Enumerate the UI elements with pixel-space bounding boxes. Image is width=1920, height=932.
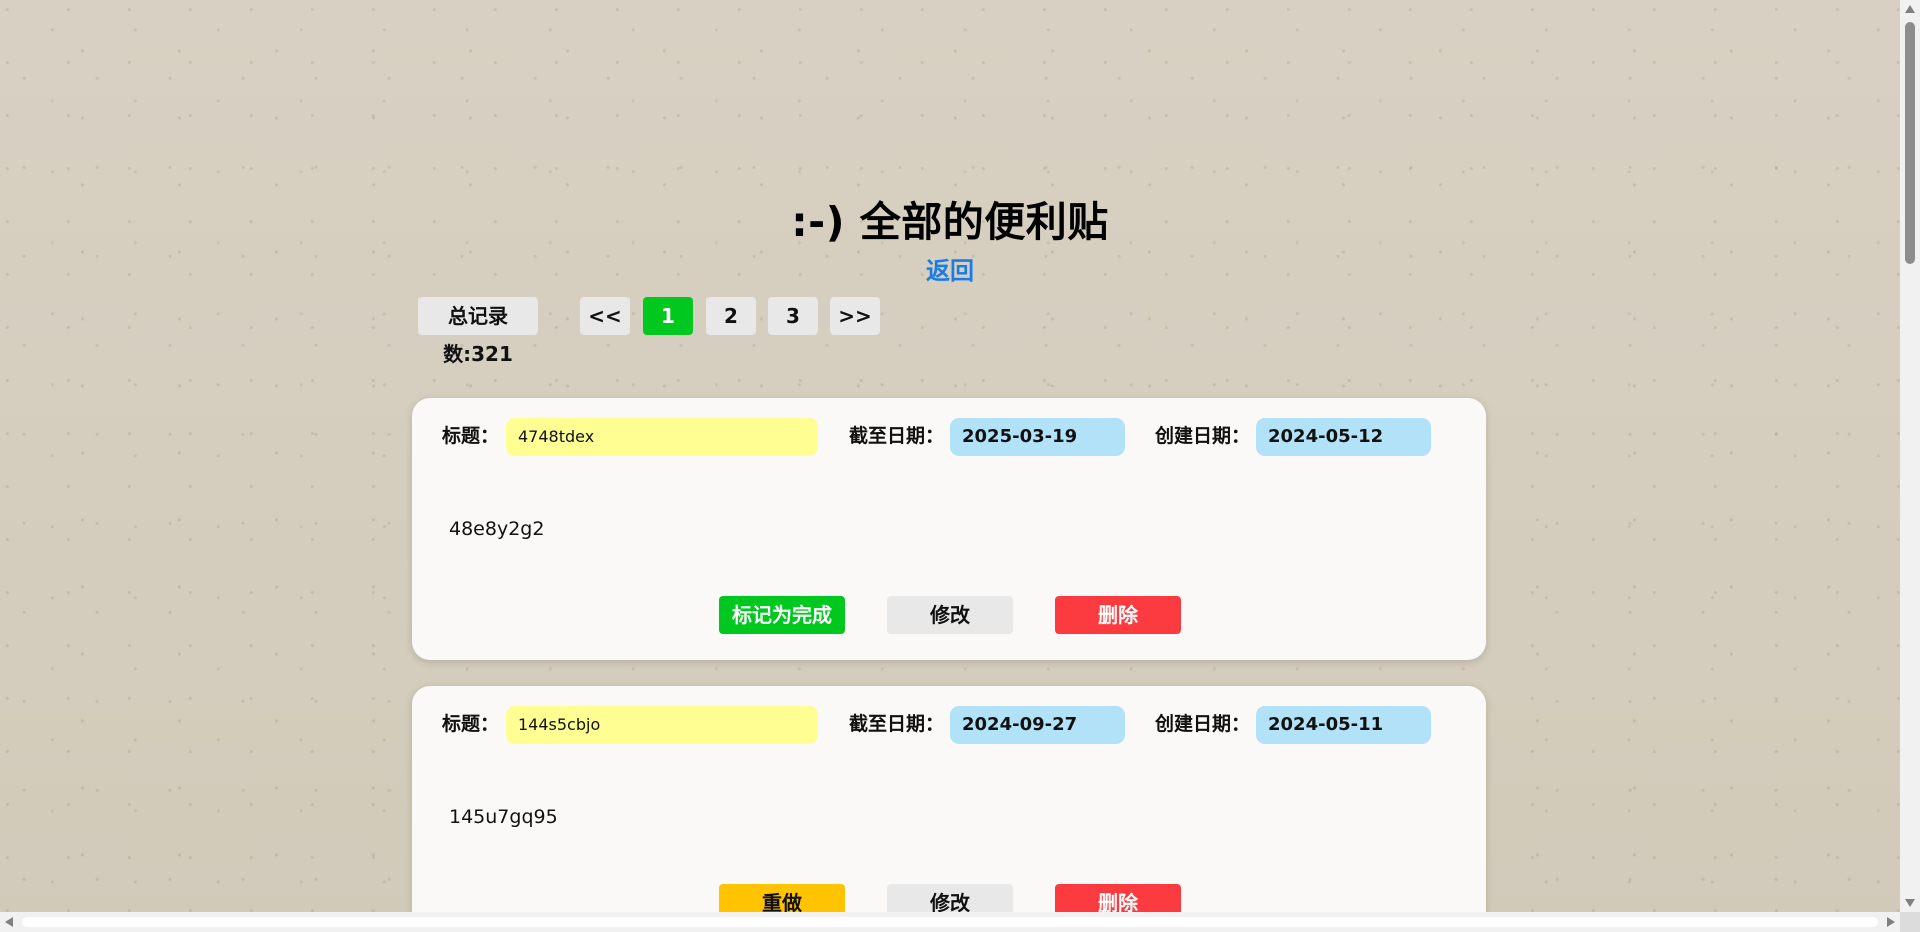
- vertical-scrollbar[interactable]: [1900, 0, 1920, 912]
- page-button-2[interactable]: 2: [706, 297, 756, 335]
- scroll-down-icon[interactable]: [1905, 899, 1915, 907]
- due-date-field[interactable]: 2025-03-19: [950, 418, 1125, 456]
- total-records-badge: 总记录数:321: [418, 297, 538, 366]
- title-field[interactable]: 4748tdex: [506, 418, 818, 456]
- back-link[interactable]: 返回: [0, 251, 1900, 286]
- prev-page-button[interactable]: <<: [580, 297, 630, 335]
- delete-button[interactable]: 删除: [1055, 884, 1181, 912]
- delete-button[interactable]: 删除: [1055, 596, 1181, 634]
- created-date-field: 2024-05-12: [1256, 418, 1431, 456]
- scroll-left-icon[interactable]: [5, 917, 13, 927]
- page-button-1[interactable]: 1: [643, 297, 693, 335]
- due-date-label: 截至日期：: [849, 713, 945, 735]
- created-date-label: 创建日期：: [1155, 713, 1251, 735]
- note-card: 标题： 144s5cbjo 截至日期： 2024-09-27 创建日期： 202…: [412, 686, 1486, 912]
- vertical-scroll-thumb[interactable]: [1905, 22, 1915, 264]
- created-date-label: 创建日期：: [1155, 425, 1251, 447]
- note-card: 标题： 4748tdex 截至日期： 2025-03-19 创建日期： 2024…: [412, 398, 1486, 660]
- note-content: 145u7gq95: [449, 806, 558, 828]
- due-date-label: 截至日期：: [849, 425, 945, 447]
- page-title: :-) 全部的便利贴: [791, 198, 1109, 246]
- title-field[interactable]: 144s5cbjo: [506, 706, 818, 744]
- mark-complete-button[interactable]: 标记为完成: [719, 596, 845, 634]
- edit-button[interactable]: 修改: [887, 596, 1013, 634]
- note-content: 48e8y2g2: [449, 518, 545, 540]
- redo-button[interactable]: 重做: [719, 884, 845, 912]
- scrollbar-corner: [1900, 912, 1920, 932]
- next-page-button[interactable]: >>: [830, 297, 880, 335]
- scroll-right-icon[interactable]: [1887, 917, 1895, 927]
- page-viewport: :-) 全部的便利贴 返回 总记录数:321 << 1 2 3 >> 标题： 4…: [0, 0, 1900, 912]
- created-date-field: 2024-05-11: [1256, 706, 1431, 744]
- title-label: 标题：: [442, 713, 500, 735]
- title-label: 标题：: [442, 425, 500, 447]
- edit-button[interactable]: 修改: [887, 884, 1013, 912]
- horizontal-scroll-thumb[interactable]: [22, 917, 1878, 927]
- page-button-3[interactable]: 3: [768, 297, 818, 335]
- due-date-field[interactable]: 2024-09-27: [950, 706, 1125, 744]
- scroll-up-icon[interactable]: [1905, 5, 1915, 13]
- horizontal-scrollbar[interactable]: [0, 912, 1900, 932]
